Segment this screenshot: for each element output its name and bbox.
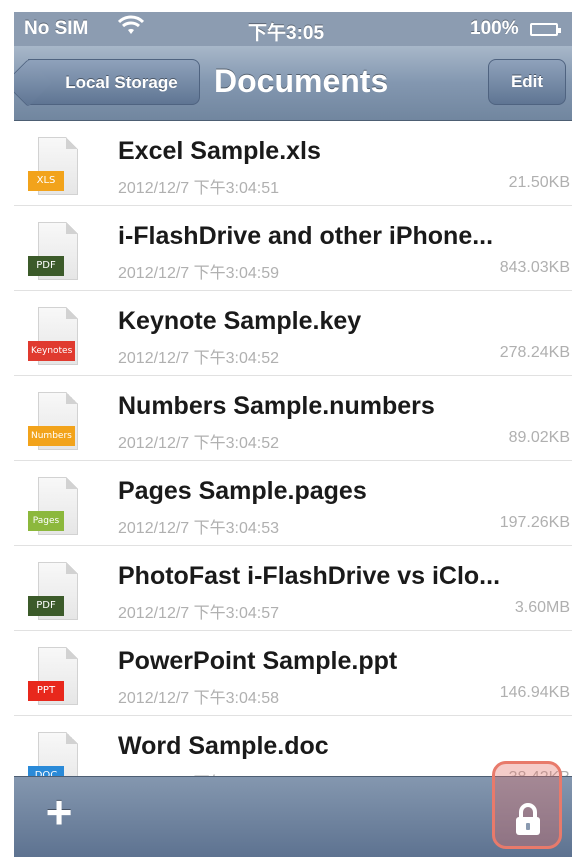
file-size: 146.94KB (499, 684, 570, 701)
file-date: 2012/12/7 下午3:04:53 (118, 520, 280, 537)
file-size: 278.24KB (499, 344, 570, 361)
file-size: 3.60MB (514, 599, 570, 616)
file-date: 2012/12/7 下午3:04:57 (118, 605, 280, 622)
plus-icon[interactable]: + (38, 789, 80, 835)
battery-percent: 100% (470, 18, 519, 39)
file-row[interactable]: PDF PhotoFast i-FlashDrive vs iClo... 20… (14, 546, 572, 631)
file-size: 197.26KB (499, 514, 570, 531)
lock-icon (516, 803, 540, 835)
pages-file-icon: Pages (28, 477, 86, 539)
file-date: 2012/12/7 下午3:04:52 (118, 350, 280, 367)
file-name: Word Sample.doc (118, 732, 329, 760)
file-type-badge: PDF (28, 596, 64, 616)
back-button[interactable]: Local Storage (28, 59, 200, 105)
file-type-badge: PDF (28, 256, 64, 276)
page-title: Documents (214, 63, 389, 99)
file-name: PhotoFast i-FlashDrive vs iClo... (118, 562, 501, 590)
edit-button[interactable]: Edit (488, 59, 566, 105)
file-type-badge: XLS (28, 171, 64, 191)
file-size: 21.50KB (508, 174, 570, 191)
navigation-bar: Local Storage Documents Edit (14, 46, 572, 121)
file-date: 2012/12/7 下午3:04:59 (118, 265, 280, 282)
pdf-file-icon: PDF (28, 222, 86, 284)
file-name: i-FlashDrive and other iPhone... (118, 222, 494, 250)
file-date: 2012/12/7 下午3:04:51 (118, 180, 280, 197)
battery-icon (530, 23, 561, 36)
file-size: 843.03KB (499, 259, 570, 276)
status-bar: No SIM 下午3:05 100% (14, 12, 572, 46)
file-name: Numbers Sample.numbers (118, 392, 435, 420)
file-row[interactable]: Numbers Numbers Sample.numbers 2012/12/7… (14, 376, 572, 461)
lock-button[interactable] (492, 761, 562, 849)
numbers-file-icon: Numbers (28, 392, 86, 454)
file-name: Keynote Sample.key (118, 307, 362, 335)
file-row[interactable]: PDF i-FlashDrive and other iPhone... 201… (14, 206, 572, 291)
file-list: XLS Excel Sample.xls 2012/12/7 下午3:04:51… (14, 121, 572, 801)
phone-screen: No SIM 下午3:05 100% Local Storage Documen… (14, 0, 572, 857)
file-name: PowerPoint Sample.ppt (118, 647, 398, 675)
ppt-file-icon: PPT (28, 647, 86, 709)
file-type-badge: Keynotes (28, 341, 76, 361)
file-row[interactable]: XLS Excel Sample.xls 2012/12/7 下午3:04:51… (14, 121, 572, 206)
file-name: Excel Sample.xls (118, 137, 321, 165)
file-type-badge: Pages (28, 511, 64, 531)
carrier-label: No SIM (24, 18, 89, 39)
file-date: 2012/12/7 下午3:04:58 (118, 690, 280, 707)
file-date: 2012/12/7 下午3:04:52 (118, 435, 280, 452)
file-row[interactable]: Keynotes Keynote Sample.key 2012/12/7 下午… (14, 291, 572, 376)
bottom-toolbar: + (14, 761, 572, 857)
file-row[interactable]: Pages Pages Sample.pages 2012/12/7 下午3:0… (14, 461, 572, 546)
xls-file-icon: XLS (28, 137, 86, 199)
file-type-badge: PPT (28, 681, 64, 701)
keynote-file-icon: Keynotes (28, 307, 86, 369)
file-type-badge: Numbers (28, 426, 75, 446)
pdf-file-icon: PDF (28, 562, 86, 624)
clock: 下午3:05 (248, 23, 325, 44)
wifi-icon (117, 15, 145, 43)
file-size: 89.02KB (508, 429, 570, 446)
file-name: Pages Sample.pages (118, 477, 367, 505)
file-row[interactable]: PPT PowerPoint Sample.ppt 2012/12/7 下午3:… (14, 631, 572, 716)
